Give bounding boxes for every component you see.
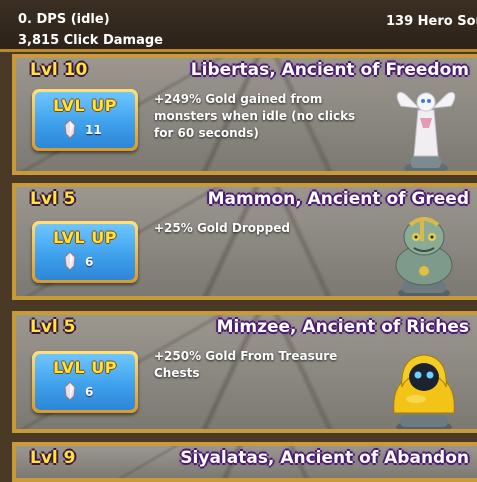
- level-up-button[interactable]: LVL UP 6: [32, 221, 138, 283]
- top-status-bar: 0. DPS (idle) 3,815 Click Damage 139 Her…: [0, 0, 477, 52]
- ancient-card-libertas: Lvl 10 Libertas, Ancient of Freedom +249…: [12, 54, 477, 175]
- ancient-name: Mimzee, Ancient of Riches: [216, 317, 469, 337]
- hero-soul-icon: [64, 251, 76, 271]
- dps-readout: 0. DPS (idle): [18, 12, 110, 27]
- level-up-button[interactable]: LVL UP 11: [32, 89, 138, 151]
- click-damage-readout: 3,815 Click Damage: [18, 33, 163, 48]
- ancient-card-mammon: Lvl 5 Mammon, Ancient of Greed +25% Gold…: [12, 183, 477, 300]
- level-up-label: LVL UP: [53, 228, 117, 247]
- ancient-name: Mammon, Ancient of Greed: [207, 189, 469, 209]
- ancient-description: +25% Gold Dropped: [154, 221, 290, 235]
- ancient-name: Siyalatas, Ancient of Abandon: [180, 448, 469, 468]
- level-up-label: LVL UP: [53, 358, 117, 377]
- level-up-label: LVL UP: [53, 96, 117, 115]
- ancient-level: Lvl 10: [30, 60, 88, 80]
- ancient-level: Lvl 5: [30, 317, 76, 337]
- ancient-description: +250% Gold From Treasure Chests: [154, 349, 338, 380]
- ancient-card-mimzee: Lvl 5 Mimzee, Ancient of Riches +250% Go…: [12, 311, 477, 433]
- level-up-cost: 11: [85, 123, 102, 137]
- mimzee-statue-icon: [393, 354, 455, 429]
- level-up-button[interactable]: LVL UP 6: [32, 351, 138, 413]
- hero-soul-icon: [64, 381, 76, 401]
- ancient-level: Lvl 9: [30, 448, 76, 468]
- mammon-statue-icon: [395, 217, 453, 296]
- ancient-description: +249% Gold gained from monsters when idl…: [154, 92, 356, 140]
- hero-souls-readout: 139 Hero Sou: [386, 14, 477, 29]
- ancient-name: Libertas, Ancient of Freedom: [190, 60, 469, 80]
- libertas-statue-icon: [396, 91, 456, 171]
- level-up-cost: 6: [85, 255, 94, 269]
- level-up-cost: 6: [85, 385, 94, 399]
- ancient-level: Lvl 5: [30, 189, 76, 209]
- ancient-card-siyalatas: Lvl 9 Siyalatas, Ancient of Abandon: [12, 442, 477, 482]
- hero-soul-icon: [64, 119, 76, 139]
